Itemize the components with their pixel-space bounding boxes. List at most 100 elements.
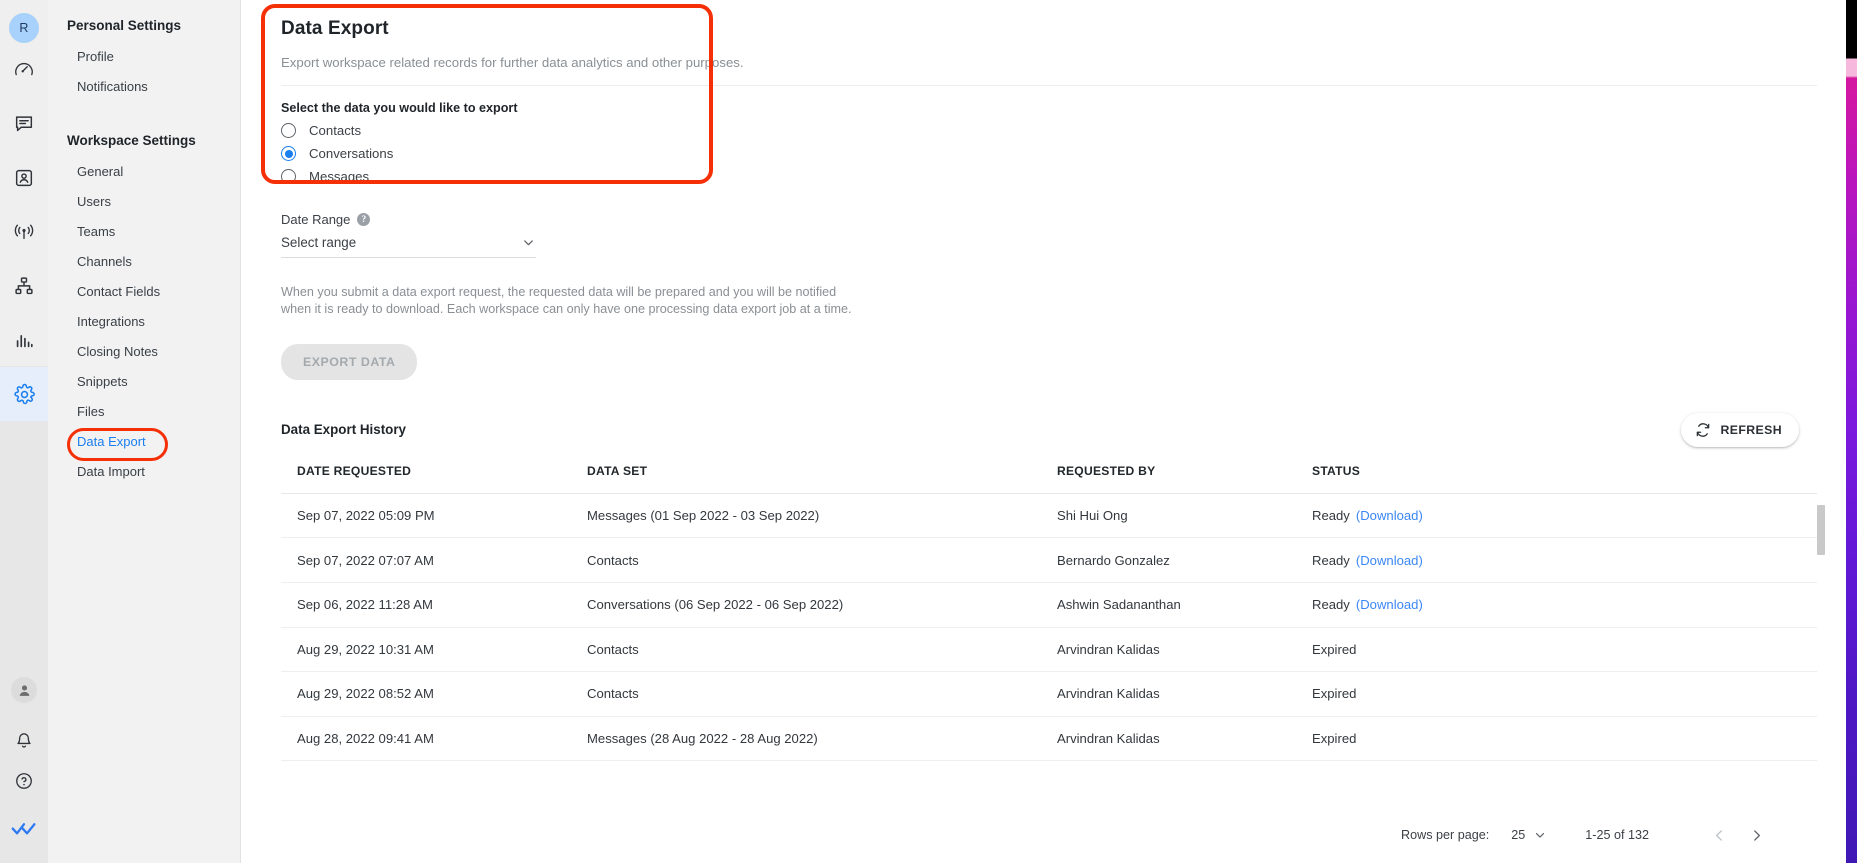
table-row[interactable]: Sep 07, 2022 05:09 PM Messages (01 Sep 2… (281, 493, 1817, 538)
sidebar-item-teams[interactable]: Teams (48, 216, 240, 246)
sidebar-section-workspace: Workspace Settings (48, 129, 240, 152)
cell-dataset: Contacts (571, 672, 1041, 717)
cell-requested-by: Arvindran Kalidas (1041, 716, 1296, 761)
chevron-down-icon (521, 235, 536, 250)
table-header-row: DATE REQUESTED DATA SET REQUESTED BY STA… (281, 464, 1817, 494)
double-check-logo-icon (0, 809, 48, 849)
history-title: Data Export History (281, 422, 406, 437)
rows-per-page-value[interactable]: 25 (1511, 828, 1525, 842)
cell-date: Sep 07, 2022 07:07 AM (281, 538, 571, 583)
cell-date: Aug 28, 2022 09:41 AM (281, 716, 571, 761)
sidebar-item-contact-fields[interactable]: Contact Fields (48, 276, 240, 306)
table-row[interactable]: Aug 29, 2022 08:52 AM Contacts Arvindran… (281, 672, 1817, 717)
status-text: Ready (1312, 553, 1350, 568)
sidebar-item-notifications[interactable]: Notifications (48, 71, 240, 101)
help-tooltip-icon[interactable]: ? (357, 213, 370, 226)
rail-bottom-group (0, 677, 48, 863)
sidebar-item-files[interactable]: Files (48, 396, 240, 426)
cell-requested-by: Arvindran Kalidas (1041, 672, 1296, 717)
radio-circle-icon[interactable] (281, 123, 296, 138)
sidebar-item-integrations[interactable]: Integrations (48, 306, 240, 336)
cell-date: Sep 06, 2022 11:28 AM (281, 582, 571, 627)
table-head: DATE REQUESTED DATA SET REQUESTED BY STA… (281, 464, 1817, 494)
broadcast-icon[interactable] (0, 205, 48, 259)
cell-status: Expired (1296, 716, 1817, 761)
column-header-data-set[interactable]: DATA SET (571, 464, 1041, 494)
sidebar-item-snippets[interactable]: Snippets (48, 366, 240, 396)
cell-status: Ready (Download) (1296, 582, 1817, 627)
cell-dataset: Contacts (571, 538, 1041, 583)
download-link[interactable]: (Download) (1356, 553, 1423, 568)
cell-dataset: Messages (28 Aug 2022 - 28 Aug 2022) (571, 716, 1041, 761)
main-content: Data Export Export workspace related rec… (241, 0, 1857, 863)
rows-per-page-chevron-down-icon[interactable] (1533, 828, 1547, 842)
gear-icon[interactable] (0, 367, 48, 421)
cell-status: Ready (Download) (1296, 538, 1817, 583)
cell-date: Sep 07, 2022 05:09 PM (281, 493, 571, 538)
help-circle-icon[interactable] (0, 761, 48, 801)
history-table-wrapper: DATE REQUESTED DATA SET REQUESTED BY STA… (281, 464, 1857, 762)
column-header-requested-by[interactable]: REQUESTED BY (1041, 464, 1296, 494)
dashboard-icon[interactable] (0, 43, 48, 97)
download-link[interactable]: (Download) (1356, 508, 1423, 523)
cell-requested-by: Ashwin Sadananthan (1041, 582, 1296, 627)
workflow-icon[interactable] (0, 259, 48, 313)
header-divider (281, 85, 1817, 86)
download-link[interactable]: (Download) (1356, 597, 1423, 612)
date-range-label: Date Range (281, 212, 350, 227)
sidebar-item-data-export[interactable]: Data Export (48, 426, 240, 456)
cell-dataset: Messages (01 Sep 2022 - 03 Sep 2022) (571, 493, 1041, 538)
sidebar-section-personal: Personal Settings (48, 14, 240, 37)
right-edge-gradient-strip (1846, 0, 1857, 863)
reports-icon[interactable] (0, 313, 48, 367)
cell-requested-by: Arvindran Kalidas (1041, 627, 1296, 672)
avatar[interactable]: R (9, 13, 39, 43)
refresh-button-label: REFRESH (1720, 423, 1782, 437)
refresh-button[interactable]: REFRESH (1681, 413, 1799, 447)
radio-option-contacts[interactable]: Contacts (281, 123, 1857, 138)
export-data-button[interactable]: EXPORT DATA (281, 344, 417, 380)
select-data-label: Select the data you would like to export (281, 101, 1857, 115)
sidebar-item-closing-notes[interactable]: Closing Notes (48, 336, 240, 366)
radio-circle-icon[interactable] (281, 169, 296, 184)
data-export-history-table: DATE REQUESTED DATA SET REQUESTED BY STA… (281, 464, 1817, 762)
table-row[interactable]: Sep 07, 2022 07:07 AM Contacts Bernardo … (281, 538, 1817, 583)
radio-circle-checked-icon[interactable] (281, 146, 296, 161)
person-icon[interactable] (11, 677, 37, 703)
refresh-icon (1695, 422, 1711, 438)
sidebar-item-profile[interactable]: Profile (48, 41, 240, 71)
status-text: Expired (1312, 686, 1356, 701)
table-row[interactable]: Sep 06, 2022 11:28 AM Conversations (06 … (281, 582, 1817, 627)
radio-label-conversations: Conversations (309, 146, 393, 161)
contacts-icon[interactable] (0, 151, 48, 205)
column-header-status[interactable]: STATUS (1296, 464, 1817, 494)
date-range-label-row: Date Range ? (281, 212, 1857, 227)
column-header-date-requested[interactable]: DATE REQUESTED (281, 464, 571, 494)
status-text: Ready (1312, 597, 1350, 612)
settings-sidebar: Personal Settings Profile Notifications … (48, 0, 241, 863)
table-row[interactable]: Aug 28, 2022 09:41 AM Messages (28 Aug 2… (281, 716, 1817, 761)
table-scrollbar-thumb[interactable] (1817, 505, 1825, 555)
cell-requested-by: Shi Hui Ong (1041, 493, 1296, 538)
date-range-select[interactable]: Select range (281, 235, 536, 258)
sidebar-item-channels[interactable]: Channels (48, 246, 240, 276)
bell-icon[interactable] (0, 721, 48, 761)
table-row[interactable]: Aug 29, 2022 10:31 AM Contacts Arvindran… (281, 627, 1817, 672)
history-header: Data Export History REFRESH (281, 413, 1857, 447)
cell-dataset: Contacts (571, 627, 1041, 672)
date-range-value: Select range (281, 235, 356, 250)
radio-label-contacts: Contacts (309, 123, 361, 138)
sidebar-item-general[interactable]: General (48, 156, 240, 186)
sidebar-item-users[interactable]: Users (48, 186, 240, 216)
chat-icon[interactable] (0, 97, 48, 151)
status-text: Expired (1312, 731, 1356, 746)
radio-label-messages: Messages (309, 169, 369, 184)
next-page-button[interactable] (1738, 827, 1775, 844)
pagination-bar: Rows per page: 25 1-25 of 132 (241, 807, 1817, 863)
sidebar-item-data-import[interactable]: Data Import (48, 456, 240, 486)
previous-page-button[interactable] (1701, 827, 1738, 844)
app-root: R (0, 0, 1857, 863)
radio-option-messages[interactable]: Messages (281, 169, 1857, 184)
cell-date: Aug 29, 2022 10:31 AM (281, 627, 571, 672)
radio-option-conversations[interactable]: Conversations (281, 146, 1857, 161)
